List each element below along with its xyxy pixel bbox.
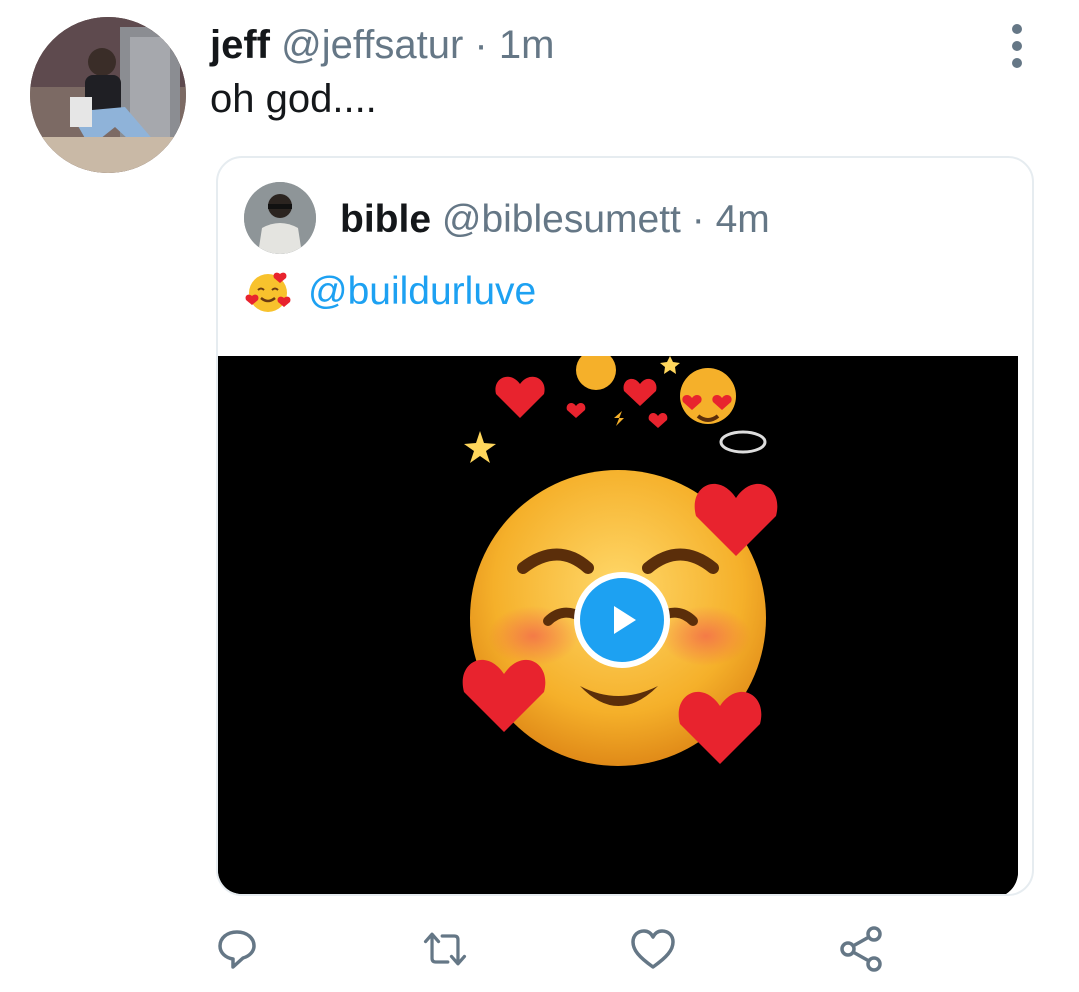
tweet-card: jeff @jeffsatur · 1m oh god.... bible @b… — [0, 0, 1079, 992]
share-icon[interactable] — [836, 924, 886, 974]
quoted-tweet-time[interactable]: 4m — [716, 198, 770, 241]
author-avatar[interactable] — [30, 17, 186, 173]
separator-dot: · — [474, 23, 488, 67]
quoted-tweet[interactable]: bible @biblesumett · 4m @buildurluve — [216, 156, 1034, 896]
reply-icon[interactable] — [212, 924, 262, 974]
heart-icon[interactable] — [628, 924, 678, 974]
smiling-face-with-hearts-icon — [245, 272, 291, 312]
mention-link[interactable]: @buildurluve — [308, 268, 536, 316]
tweet-time[interactable]: 1m — [499, 23, 555, 67]
tweet-header: jeff @jeffsatur · 1m — [210, 22, 554, 68]
quoted-header: bible @biblesumett · 4m — [340, 198, 770, 242]
author-name[interactable]: jeff — [210, 23, 270, 67]
play-button-icon[interactable] — [574, 572, 670, 668]
quoted-author-avatar[interactable] — [244, 182, 316, 254]
quoted-author-handle[interactable]: @biblesumett — [442, 198, 681, 241]
more-options-icon[interactable] — [1003, 24, 1031, 68]
quoted-tweet-text: @buildurluve — [244, 268, 536, 316]
retweet-icon[interactable] — [420, 924, 470, 974]
quoted-author-name[interactable]: bible — [340, 198, 431, 241]
video-thumbnail[interactable] — [218, 356, 1018, 894]
tweet-actions — [0, 924, 1079, 974]
author-handle[interactable]: @jeffsatur — [281, 23, 463, 67]
tweet-text: oh god.... — [210, 77, 377, 121]
quoted-separator-dot: · — [691, 198, 705, 241]
